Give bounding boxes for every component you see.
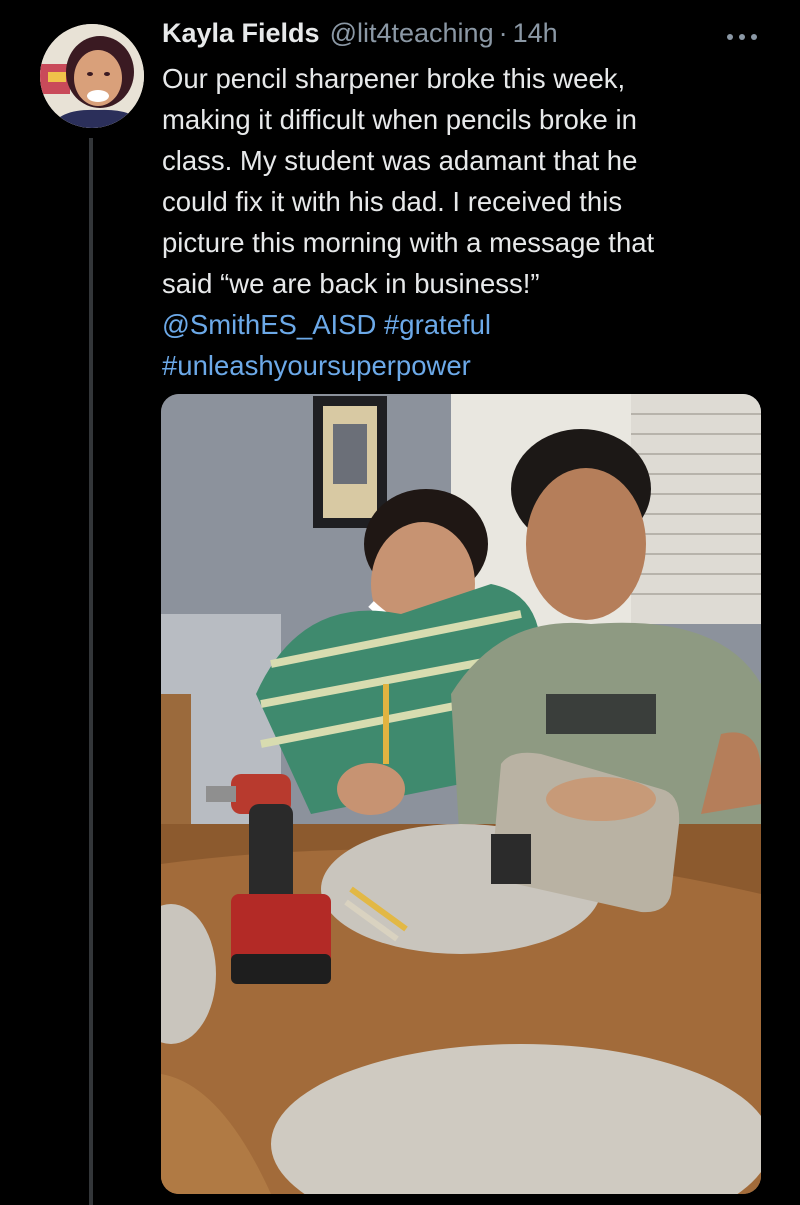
author-avatar[interactable] — [40, 24, 144, 128]
tweet[interactable]: Kayla Fields @lit4teaching · 14h Our pen… — [0, 0, 800, 1205]
tweet-text-line: could fix it with his dad. I received th… — [162, 186, 623, 217]
hashtag-link-unleash[interactable]: #unleashyoursuperpower — [162, 350, 471, 381]
tweet-tags-line: @SmithES_AISD #grateful — [162, 304, 772, 345]
tweet-text-line: Our pencil sharpener broke this week, — [162, 63, 626, 94]
tweet-text-line: said “we are back in business!” — [162, 268, 540, 299]
mention-link[interactable]: @SmithES_AISD — [162, 309, 376, 340]
hashtag-link-grateful[interactable]: #grateful — [384, 309, 491, 340]
tweet-text-line: making it difficult when pencils broke i… — [162, 104, 637, 135]
tweet-photo[interactable] — [161, 394, 761, 1194]
avatar-image — [40, 24, 144, 128]
tweet-text: Our pencil sharpener broke this week, ma… — [162, 58, 772, 386]
tweet-text-line: class. My student was adamant that he — [162, 145, 638, 176]
thread-line — [89, 138, 93, 1205]
separator-dot: · — [498, 18, 508, 48]
author-name[interactable]: Kayla Fields — [162, 18, 320, 49]
tweet-tags-line: #unleashyoursuperpower — [162, 345, 772, 386]
author-handle[interactable]: @lit4teaching — [330, 18, 494, 49]
more-horizontal-icon[interactable] — [724, 30, 760, 44]
photo-illustration — [161, 394, 761, 1194]
tweet-header: Kayla Fields @lit4teaching · 14h — [162, 18, 558, 58]
tweet-text-line: picture this morning with a message that — [162, 227, 655, 258]
timestamp[interactable]: 14h — [513, 18, 558, 49]
